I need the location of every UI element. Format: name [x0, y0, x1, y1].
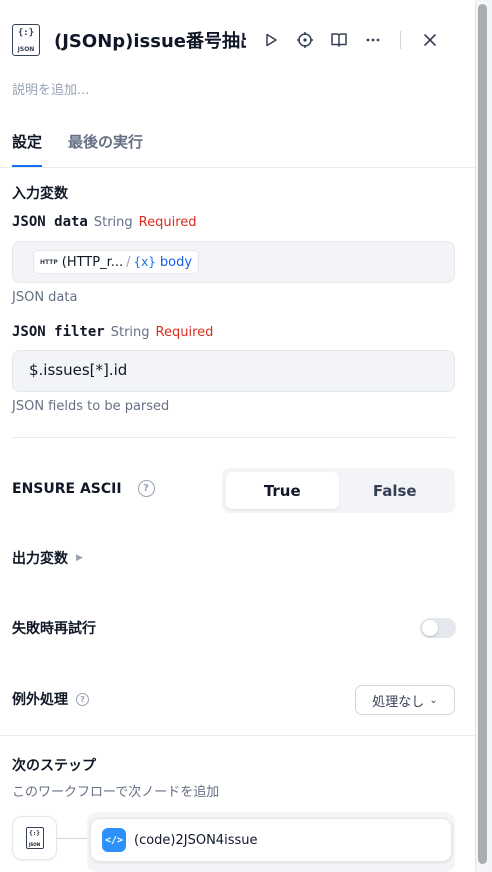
tab-bar: 設定 最後の実行	[0, 120, 475, 168]
var-json-filter-header: JSON filter String Required	[12, 324, 213, 340]
json-data-field[interactable]: HTTP (HTTP_r... / {x} body	[12, 241, 455, 283]
ensure-ascii-true[interactable]: True	[226, 472, 339, 509]
docs-icon[interactable]	[326, 27, 352, 53]
caret-right-icon: ▶	[76, 553, 83, 563]
pill-var: body	[159, 254, 193, 270]
chevron-down-icon: ⌄	[429, 694, 438, 706]
code-icon: </>	[102, 828, 126, 852]
variable-icon: {x}	[133, 255, 156, 269]
switch-knob	[422, 620, 438, 636]
json-data-hint: JSON data	[12, 290, 78, 305]
panel-header: {:} JSON (JSONp)issue番号抽出	[12, 22, 464, 58]
scrollbar[interactable]	[477, 2, 488, 872]
json-filter-field[interactable]: $.issues[*].id	[12, 350, 455, 392]
var-type: String	[93, 215, 133, 230]
error-handling-text: 例外処理	[12, 692, 68, 708]
divider	[12, 437, 455, 438]
node-connector	[57, 836, 91, 841]
help-icon[interactable]: ?	[76, 692, 89, 706]
header-separator	[400, 31, 401, 49]
output-vars-toggle[interactable]: 出力変数 ▶	[12, 548, 83, 568]
pill-node: (HTTP_r...	[61, 254, 124, 270]
var-required: Required	[138, 215, 197, 230]
output-vars-label: 出力変数	[12, 551, 68, 567]
input-vars-title: 入力変数	[12, 186, 68, 202]
run-icon[interactable]	[258, 27, 284, 53]
node-config-panel: {:} JSON (JSONp)issue番号抽出 説明を追加... 設定 最後…	[0, 0, 476, 872]
var-json-data-header: JSON data String Required	[12, 214, 197, 230]
json-icon-label: JSON	[28, 842, 41, 847]
ensure-ascii-text: ENSURE ASCII	[12, 480, 122, 497]
http-icon: HTTP	[40, 258, 58, 266]
var-name: JSON data	[12, 214, 88, 230]
json-icon-braces: {:}	[17, 28, 35, 38]
pill-separator: /	[126, 254, 131, 270]
error-handling-select[interactable]: 処理なし ⌄	[355, 685, 455, 715]
description-input[interactable]: 説明を追加...	[12, 79, 89, 98]
more-icon[interactable]	[360, 27, 386, 53]
close-icon[interactable]	[417, 27, 443, 53]
error-handling-label: 例外処理 ?	[12, 689, 89, 709]
json-filter-hint: JSON fields to be parsed	[12, 399, 170, 414]
node-title[interactable]: (JSONp)issue番号抽出	[54, 27, 246, 53]
divider	[0, 735, 475, 736]
locate-icon[interactable]	[292, 27, 318, 53]
ensure-ascii-false[interactable]: False	[339, 472, 452, 509]
retry-switch[interactable]	[420, 618, 456, 638]
json-icon-braces: {:}	[29, 830, 40, 837]
next-node-card[interactable]: </> (code)2JSON4issue	[90, 818, 452, 862]
json-filter-value: $.issues[*].id	[29, 361, 128, 379]
scrollbar-thumb[interactable]	[478, 4, 487, 864]
retry-label: 失敗時再試行	[12, 618, 96, 638]
select-value: 処理なし	[372, 694, 425, 710]
var-name: JSON filter	[12, 324, 105, 340]
ensure-ascii-toggle: True False	[222, 468, 455, 513]
next-step-title: 次のステップ	[12, 758, 96, 774]
variable-pill[interactable]: HTTP (HTTP_r... / {x} body	[33, 250, 200, 274]
ensure-ascii-label: ENSURE ASCII ?	[12, 480, 155, 497]
next-step-desc: このワークフローで次ノードを追加	[12, 785, 220, 800]
tab-last-run[interactable]: 最後の実行	[68, 131, 143, 152]
retry-text: 失敗時再試行	[12, 621, 96, 637]
json-icon-label: JSON	[17, 46, 35, 53]
var-required: Required	[155, 325, 214, 340]
json-node-icon: {:} JSON	[12, 24, 40, 56]
tab-settings[interactable]: 設定	[12, 131, 43, 167]
help-icon[interactable]: ?	[137, 480, 155, 497]
next-node-label: (code)2JSON4issue	[134, 832, 258, 848]
json-node-icon: {:} JSON	[25, 827, 44, 849]
var-type: String	[110, 325, 150, 340]
current-node: {:} JSON	[12, 816, 57, 860]
